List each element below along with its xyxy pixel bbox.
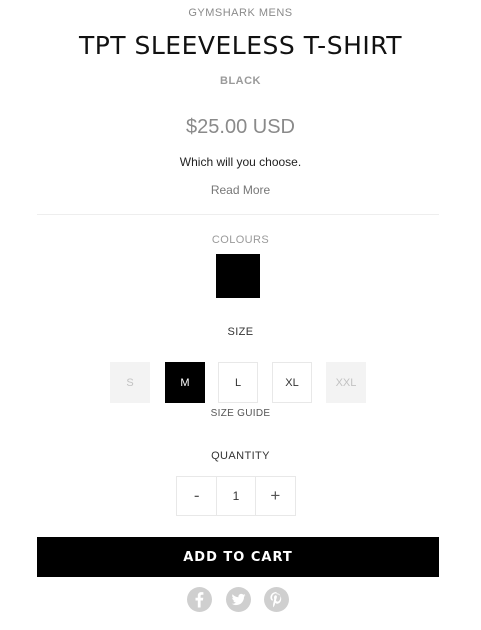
product-title: TPT SLEEVELESS T-SHIRT (78, 31, 403, 60)
size-option-xl[interactable]: XL (272, 362, 312, 403)
add-to-cart-button[interactable]: ADD TO CART (37, 537, 439, 577)
size-option-m[interactable]: M (165, 362, 205, 403)
divider (37, 214, 439, 215)
quantity-increment-button[interactable]: + (256, 477, 295, 515)
size-option-s[interactable]: S (110, 362, 150, 403)
read-more-link[interactable]: Read More (0, 183, 481, 197)
colour-name: BLACK (220, 75, 261, 87)
quantity-stepper: - 1 + (176, 476, 296, 516)
brand-name: GYMSHARK MENS (188, 7, 293, 19)
colours-label: COLOURS (211, 234, 270, 246)
share-links (0, 587, 481, 613)
product-price: $25.00 USD (186, 116, 295, 138)
quantity-input[interactable]: 1 (216, 477, 256, 515)
pinterest-icon[interactable] (264, 587, 289, 612)
twitter-icon[interactable] (226, 587, 251, 612)
colour-swatch-black[interactable] (216, 254, 260, 298)
size-label: SIZE (227, 326, 254, 338)
product-tagline: Which will you choose. (179, 155, 302, 169)
quantity-label: QUANTITY (211, 450, 270, 462)
facebook-icon[interactable] (187, 587, 212, 612)
size-guide-link[interactable]: SIZE GUIDE (0, 408, 481, 419)
size-option-l[interactable]: L (218, 362, 258, 403)
quantity-decrement-button[interactable]: - (177, 477, 216, 515)
size-option-xxl[interactable]: XXL (326, 362, 366, 403)
